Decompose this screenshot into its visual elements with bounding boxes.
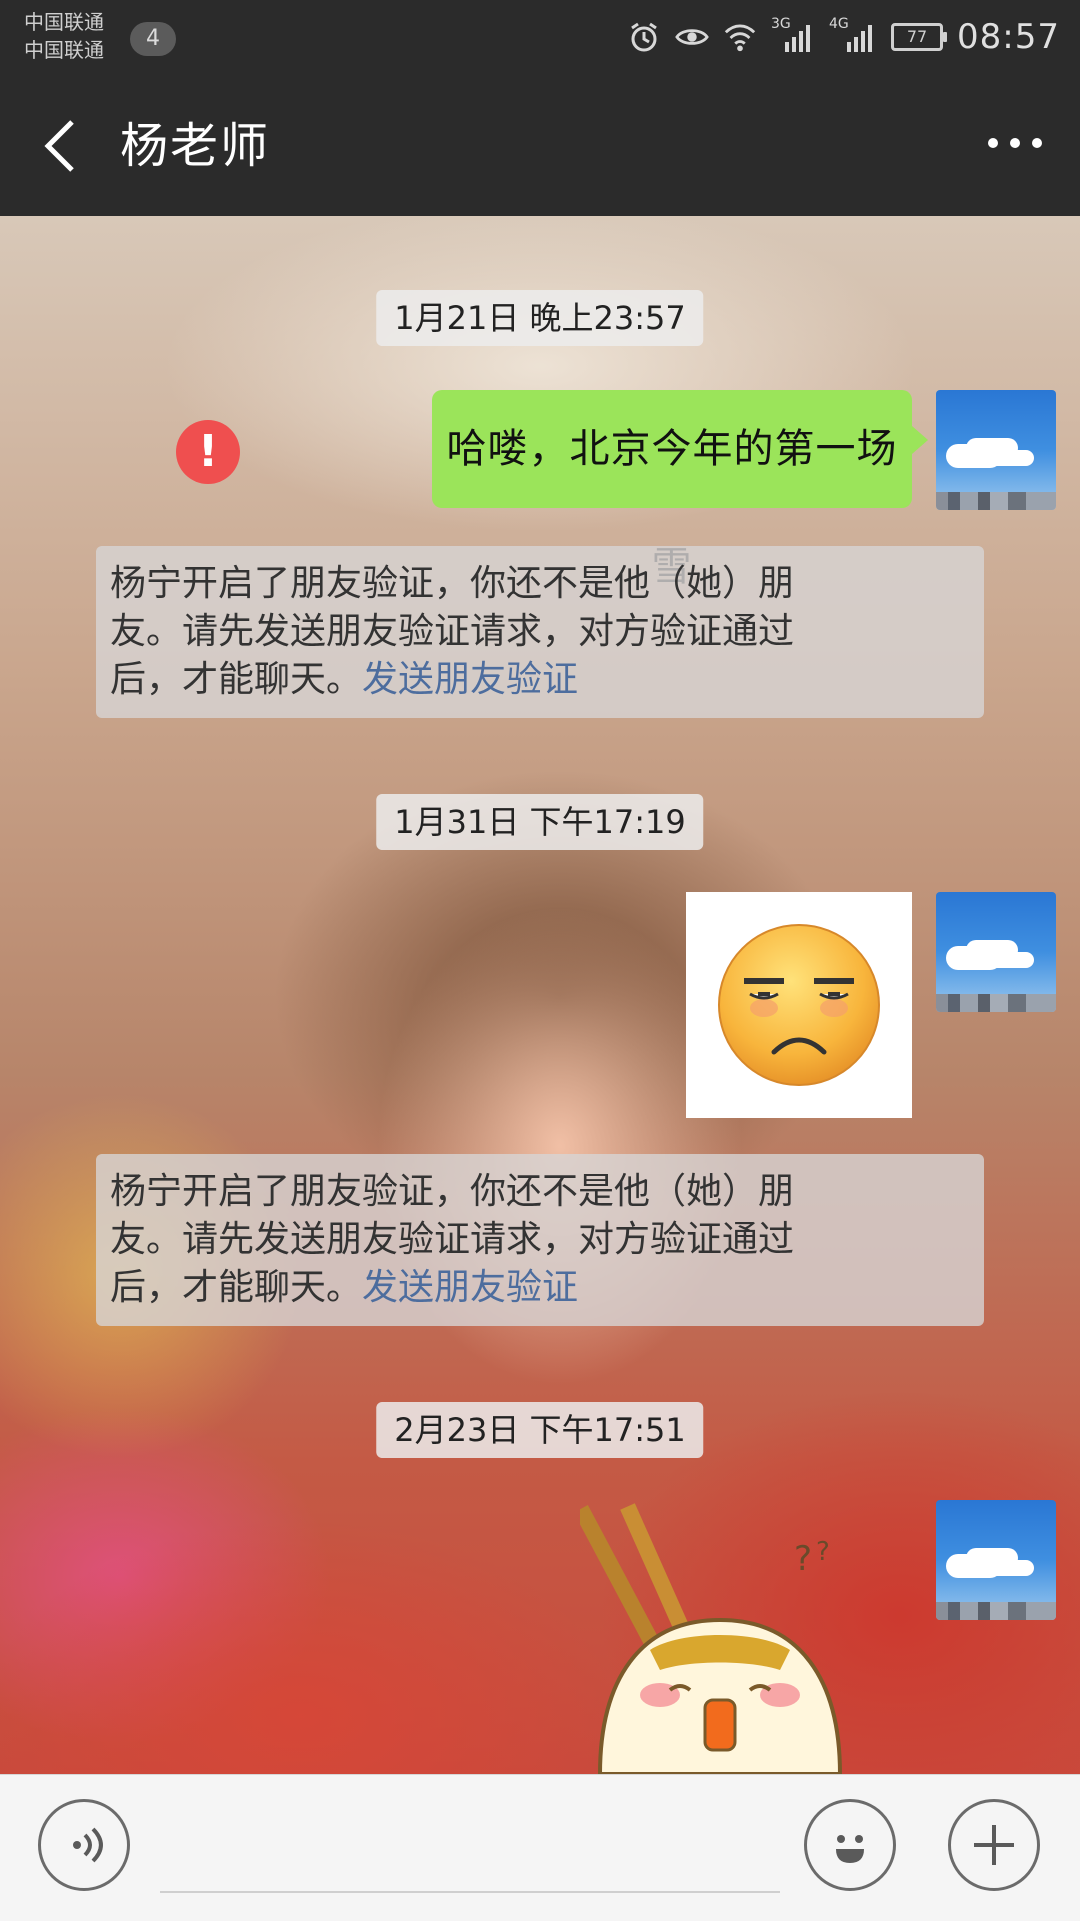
surprised-bun-sticker-icon: ? ? (573, 1503, 843, 1774)
chat-input-bar (0, 1774, 1080, 1921)
plus-icon (974, 1825, 1014, 1865)
sticker-message[interactable]: ? ? (573, 1500, 880, 1774)
svg-text:?: ? (816, 1537, 830, 1567)
carrier-labels: 中国联通 中国联通 (24, 8, 104, 64)
chat-header: 杨老师 (0, 78, 1080, 216)
emoji-button[interactable] (804, 1799, 896, 1891)
system-message-text: 后，才能聊天。 (110, 659, 363, 700)
more-dot-icon (988, 138, 998, 148)
carrier-2: 中国联通 (24, 38, 104, 62)
back-button[interactable] (38, 118, 82, 174)
unamused-face-icon (718, 924, 880, 1086)
smiley-icon (836, 1835, 864, 1863)
status-bar: 中国联通 中国联通 4 3G 4G 77 08:57 (0, 0, 1080, 78)
avatar-city-graphic (936, 994, 1056, 1012)
system-message-text: 后，才能聊天。 (110, 1267, 363, 1308)
signal-3g-icon: 3G (771, 16, 815, 54)
system-message-line: 友。请先发送朋友验证请求，对方验证通过 (110, 611, 795, 652)
system-message-line: 后，才能聊天。发送朋友验证 (110, 656, 970, 704)
status-icons: 3G 4G 77 08:57 (627, 12, 1060, 62)
outgoing-text-bubble[interactable]: 哈喽，北京今年的第一场雪 (432, 390, 928, 590)
message-timestamp: 1月21日 晚上23:57 (376, 290, 704, 346)
more-dot-icon (1010, 138, 1020, 148)
send-failed-icon[interactable]: ! (176, 420, 240, 484)
more-functions-button[interactable] (948, 1799, 1040, 1891)
avatar-city-graphic (936, 492, 1056, 510)
eye-icon (675, 20, 709, 54)
alarm-icon (627, 20, 661, 54)
send-verification-link[interactable]: 发送朋友验证 (362, 1267, 578, 1308)
voice-input-button[interactable] (38, 1799, 130, 1891)
avatar-cloud-graphic (946, 444, 1002, 468)
avatar-city-graphic (936, 1602, 1056, 1620)
message-input[interactable] (160, 1891, 780, 1893)
avatar-cloud-graphic (946, 946, 1002, 970)
avatar[interactable] (936, 390, 1056, 510)
system-message: 杨宁开启了朋友验证，你还不是他（她）朋 友。请先发送朋友验证请求，对方验证通过 … (96, 546, 984, 718)
message-timestamp: 2月23日 下午17:51 (376, 1402, 704, 1458)
carrier-1: 中国联通 (24, 10, 104, 34)
svg-text:?: ? (794, 1539, 812, 1579)
wifi-icon (723, 20, 757, 54)
avatar[interactable] (936, 1500, 1056, 1620)
clock: 08:57 (957, 17, 1060, 57)
chevron-left-icon (44, 120, 74, 172)
emoji-message[interactable] (686, 892, 912, 1118)
system-message: 杨宁开启了朋友验证，你还不是他（她）朋 友。请先发送朋友验证请求，对方验证通过 … (96, 1154, 984, 1326)
more-options-button[interactable] (988, 138, 1042, 154)
network-3g-label: 3G (771, 16, 791, 32)
chat-area[interactable]: 1月21日 晚上23:57 ! 哈喽，北京今年的第一场雪 杨宁开启了朋友验证，你… (0, 216, 1080, 1774)
chat-title: 杨老师 (120, 118, 271, 174)
battery-indicator: 77 (891, 23, 948, 51)
more-dot-icon (1032, 138, 1042, 148)
send-verification-link[interactable]: 发送朋友验证 (362, 659, 578, 700)
system-message-line: 后，才能聊天。发送朋友验证 (110, 1264, 970, 1312)
voice-icon (73, 1827, 103, 1863)
network-4g-label: 4G (829, 16, 849, 32)
notification-count-badge: 4 (130, 22, 176, 56)
system-message-line: 杨宁开启了朋友验证，你还不是他（她）朋 (110, 563, 795, 604)
system-message-line: 友。请先发送朋友验证请求，对方验证通过 (110, 1219, 795, 1260)
avatar[interactable] (936, 892, 1056, 1012)
signal-4g-icon: 4G (829, 16, 877, 54)
avatar-cloud-graphic (946, 1554, 1002, 1578)
system-message-line: 杨宁开启了朋友验证，你还不是他（她）朋 (110, 1171, 795, 1212)
message-timestamp: 1月31日 下午17:19 (376, 794, 704, 850)
